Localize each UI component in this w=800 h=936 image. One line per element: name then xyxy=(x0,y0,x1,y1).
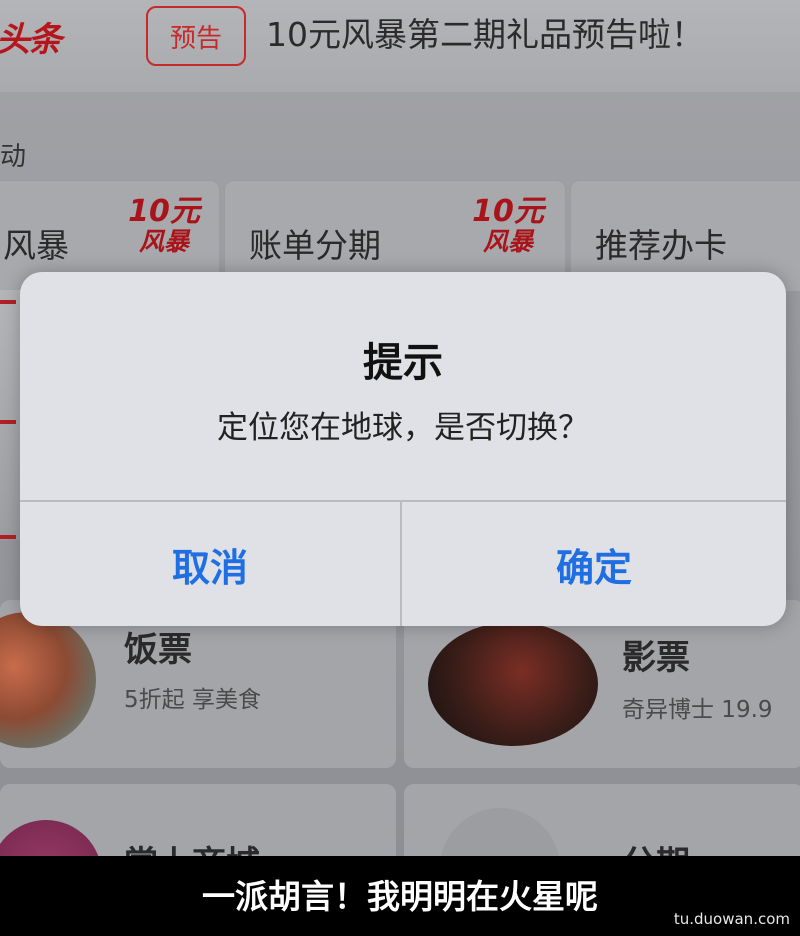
mall-image xyxy=(0,820,102,856)
confirm-button[interactable]: 确定 xyxy=(402,502,786,626)
cancel-button[interactable]: 取消 xyxy=(20,502,400,626)
alert-body: 提示 定位您在地球，是否切换？ xyxy=(20,272,786,500)
mall-card[interactable]: 掌上商城 xyxy=(0,784,396,856)
red-marker xyxy=(0,300,16,304)
headline-bar[interactable]: 头条 预告 10元风暴第二期礼品预告啦！ xyxy=(0,0,800,92)
alert-message: 定位您在地球，是否切换？ xyxy=(217,410,589,446)
meal-ticket-title: 饭票 xyxy=(124,630,192,670)
red-marker xyxy=(0,420,16,424)
red-marker xyxy=(0,535,16,539)
watermark: tu.duowan.com xyxy=(673,910,790,928)
side-strip xyxy=(0,290,22,540)
ten-yuan-logo-icon: 10元 风暴 xyxy=(472,194,544,257)
caption-bar: 一派胡言！我明明在火星呢 tu.duowan.com xyxy=(0,856,800,936)
ten-yuan-logo-icon: 10元 风暴 xyxy=(128,194,200,257)
brand-logo: 头条 xyxy=(0,20,62,60)
mall-title: 掌上商城 xyxy=(124,836,260,856)
alert-title: 提示 xyxy=(363,340,443,386)
food-image xyxy=(0,612,96,748)
movie-ticket-subtitle: 奇异博士 19.9 xyxy=(622,697,773,723)
alert-dialog: 提示 定位您在地球，是否切换？ 取消 确定 xyxy=(20,272,786,626)
section-label: 动 xyxy=(0,142,27,172)
movie-ticket-title: 影票 xyxy=(622,638,690,678)
installment-image xyxy=(440,808,560,856)
movie-poster-image xyxy=(428,622,598,746)
promo-card-label: 推荐办卡 xyxy=(595,226,727,265)
installment-title: 分期 xyxy=(622,836,690,856)
promo-card-label: 风暴 xyxy=(3,226,69,265)
headline-text[interactable]: 10元风暴第二期礼品预告啦！ xyxy=(266,8,704,56)
installment-card[interactable]: 分期 xyxy=(404,784,800,856)
promo-card-label: 账单分期 xyxy=(249,226,381,265)
meal-ticket-subtitle: 5折起 享美食 xyxy=(124,687,261,713)
preview-tag: 预告 xyxy=(146,6,246,66)
